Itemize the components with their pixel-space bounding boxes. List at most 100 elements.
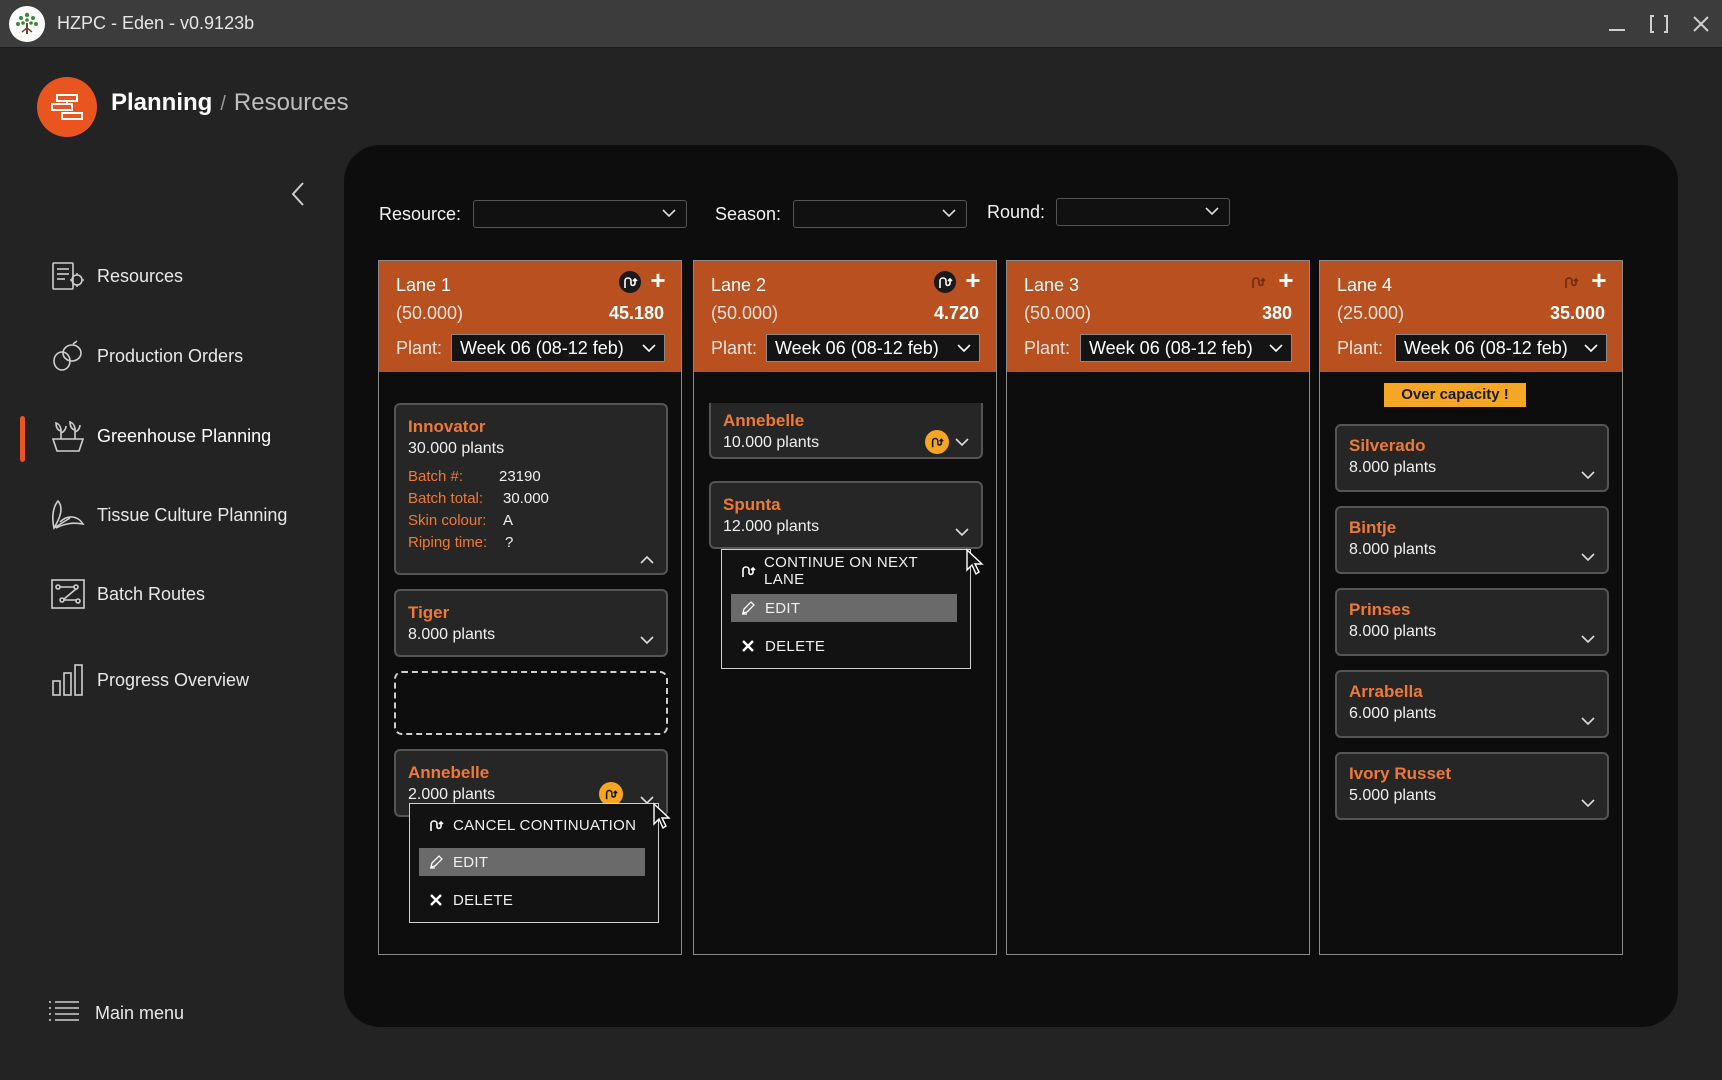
add-icon[interactable]: + <box>1275 267 1297 293</box>
chevron-down-icon <box>1205 207 1219 216</box>
plant-label: Plant: <box>396 338 443 358</box>
lane-header: Lane 1 + (50.000) 45.180 Plant: Week 06 … <box>379 261 681 372</box>
menu-item-label: CANCEL CONTINUATION <box>453 816 637 834</box>
continuation-badge-icon[interactable] <box>925 430 949 454</box>
continuation-icon[interactable] <box>1247 271 1269 293</box>
chevron-down-icon[interactable] <box>955 527 969 537</box>
card-title: Bintje <box>1349 518 1397 537</box>
plant-week-value: Week 06 (08-12 feb) <box>1089 338 1253 358</box>
menu-item-continue-on-next-lane[interactable]: CONTINUE ON NEXT LANE <box>731 554 957 588</box>
menu-item-delete[interactable]: DELETE <box>731 632 957 660</box>
card-plants: 8.000 plants <box>1349 623 1437 640</box>
breadcrumb-sub[interactable]: Resources <box>234 89 349 117</box>
batch-card-silverado[interactable]: Silverado 8.000 plants <box>1335 424 1609 492</box>
lane-capacity: (50.000) <box>396 303 464 323</box>
main-menu-label: Main menu <box>95 1002 185 1023</box>
lane-name: Lane 2 <box>711 275 767 295</box>
batch-card-ivory-russet[interactable]: Ivory Russet 5.000 plants <box>1335 752 1609 820</box>
menu-list-icon <box>48 1000 80 1027</box>
minimize-icon[interactable] <box>1596 0 1638 48</box>
sidebar-item-label: Tissue Culture Planning <box>97 504 288 525</box>
card-plants: 6.000 plants <box>1349 705 1437 722</box>
round-filter-label: Round: <box>987 202 1046 222</box>
card-plants: 8.000 plants <box>1349 541 1437 558</box>
card-context-menu: CONTINUE ON NEXT LANE EDIT DELETE <box>721 549 971 669</box>
batch-card-annebelle[interactable]: Annebelle 10.000 plants <box>709 403 983 459</box>
collapse-sidebar-button[interactable] <box>286 180 310 208</box>
sidebar-item-progress-overview[interactable]: Progress Overview <box>20 658 320 702</box>
chevron-down-icon[interactable] <box>640 635 654 645</box>
close-icon[interactable] <box>1680 0 1722 48</box>
round-select[interactable] <box>1056 198 1230 226</box>
batch-card-tiger[interactable]: Tiger 8.000 plants <box>394 589 668 657</box>
lane-name: Lane 1 <box>396 275 452 295</box>
chevron-down-icon[interactable] <box>1581 634 1595 644</box>
sidebar-item-tissue-culture-planning[interactable]: Tissue Culture Planning <box>20 493 320 537</box>
lane-capacity: (50.000) <box>711 303 779 323</box>
detail-value: 23190 <box>499 468 541 485</box>
resource-filter-label: Resource: <box>379 204 462 224</box>
lane-capacity: (25.000) <box>1337 303 1405 323</box>
card-plants: 12.000 plants <box>723 518 820 535</box>
sidebar-item-resources[interactable]: Resources <box>20 254 320 298</box>
plant-week-select[interactable]: Week 06 (08-12 feb) <box>1395 334 1607 362</box>
drop-zone[interactable] <box>394 671 668 735</box>
active-indicator <box>20 416 25 462</box>
continuation-icon[interactable] <box>1560 271 1582 293</box>
menu-item-delete[interactable]: DELETE <box>419 886 645 914</box>
breadcrumb-current: Planning <box>111 89 213 116</box>
continuation-icon <box>731 563 764 579</box>
add-icon[interactable]: + <box>962 267 984 293</box>
card-title: Annebelle <box>723 411 805 430</box>
batch-card-bintje[interactable]: Bintje 8.000 plants <box>1335 506 1609 574</box>
chevron-down-icon[interactable] <box>1581 798 1595 808</box>
chevron-down-icon[interactable] <box>1581 552 1595 562</box>
plant-week-select[interactable]: Week 06 (08-12 feb) <box>1080 334 1292 362</box>
lane-total: 4.720 <box>933 303 979 323</box>
card-title: Tiger <box>408 603 450 622</box>
lane-1: Lane 1 + (50.000) 45.180 Plant: Week 06 … <box>378 260 682 955</box>
lane-name: Lane 4 <box>1337 275 1393 295</box>
detail-batch-total: Batch total: 30.000 <box>408 490 549 507</box>
continuation-icon[interactable] <box>619 271 641 293</box>
menu-item-cancel-continuation[interactable]: CANCEL CONTINUATION <box>419 811 645 839</box>
sidebar-item-production-orders[interactable]: Production Orders <box>20 334 320 378</box>
detail-skin-colour: Skin colour: A <box>408 512 513 529</box>
menu-item-label: CONTINUE ON NEXT LANE <box>764 554 918 588</box>
season-select[interactable] <box>793 200 967 228</box>
batch-card-spunta[interactable]: Spunta 12.000 plants <box>709 481 983 549</box>
chevron-down-icon <box>942 209 956 218</box>
resource-select[interactable] <box>473 200 687 228</box>
maximize-icon[interactable] <box>1638 0 1680 48</box>
card-title: Annebelle <box>408 763 490 782</box>
sidebar-item-batch-routes[interactable]: Batch Routes <box>20 572 320 616</box>
add-icon[interactable]: + <box>1588 267 1610 293</box>
menu-item-edit[interactable]: EDIT <box>731 594 957 622</box>
add-icon[interactable]: + <box>647 267 669 293</box>
menu-item-edit[interactable]: EDIT <box>419 848 645 876</box>
card-plants: 8.000 plants <box>408 626 496 643</box>
chevron-down-icon[interactable] <box>1581 470 1595 480</box>
sidebar-item-greenhouse-planning[interactable]: Greenhouse Planning <box>20 414 320 462</box>
chevron-down-icon[interactable] <box>1581 716 1595 726</box>
window-title: HZPC - Eden - v0.9123b <box>57 13 255 33</box>
plant-week-select[interactable]: Week 06 (08-12 feb) <box>451 334 665 362</box>
detail-label: Batch #: <box>408 468 464 485</box>
lane-total: 45.180 <box>608 303 664 323</box>
card-plants: 8.000 plants <box>1349 459 1437 476</box>
batch-card-innovator[interactable]: Innovator 30.000 plants Batch #: 23190 B… <box>394 403 668 575</box>
main-menu-button[interactable]: Main menu <box>48 998 184 1028</box>
plant-week-select[interactable]: Week 06 (08-12 feb) <box>766 334 980 362</box>
lane-header: Lane 3 + (50.000) 380 Plant: Week 06 (08… <box>1007 261 1309 372</box>
batch-card-arrabella[interactable]: Arrabella 6.000 plants <box>1335 670 1609 738</box>
plant-week-value: Week 06 (08-12 feb) <box>1404 338 1568 358</box>
continuation-icon[interactable] <box>934 271 956 293</box>
batch-card-prinses[interactable]: Prinses 8.000 plants <box>1335 588 1609 656</box>
lane-total: 35.000 <box>1549 303 1605 323</box>
chevron-up-icon[interactable] <box>640 555 654 565</box>
chevron-down-icon[interactable] <box>955 437 969 447</box>
close-icon <box>419 893 453 907</box>
detail-label: Skin colour: <box>408 512 487 529</box>
pencil-icon <box>731 600 765 616</box>
card-plants: 5.000 plants <box>1349 787 1437 804</box>
